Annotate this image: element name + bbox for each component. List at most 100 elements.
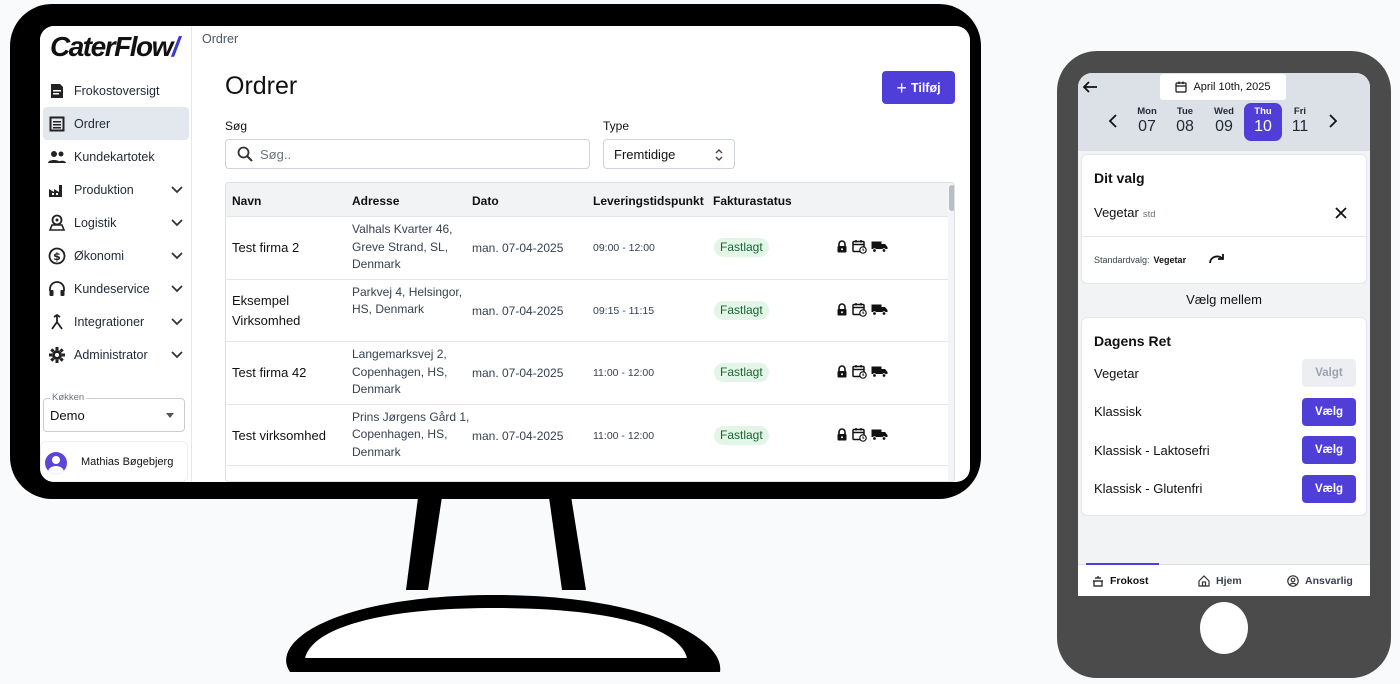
lock-icon bbox=[837, 302, 847, 315]
sidebar-item-label: Produktion bbox=[74, 182, 134, 197]
sidebar-item-label: Kundeservice bbox=[74, 281, 150, 296]
status-badge: Fastlagt bbox=[714, 300, 769, 320]
bottom-tab-bar: Frokost Hjem Ansvarlig bbox=[1078, 563, 1370, 596]
phone-home-button[interactable] bbox=[1200, 602, 1248, 654]
day-mon[interactable]: Mon 07 bbox=[1128, 103, 1166, 141]
table-row[interactable]: Test virksomhed Prins Jørgens Gård 1, Cop… bbox=[226, 403, 948, 466]
chevron-down-icon[interactable] bbox=[170, 315, 184, 329]
sidebar-item-administrator[interactable]: Administrator bbox=[43, 338, 189, 371]
status-badge: Fastlagt bbox=[714, 363, 769, 382]
sidebar-item-kundekartotek[interactable]: Kundekartotek bbox=[43, 140, 189, 173]
date-text: April 10th, 2025 bbox=[1193, 81, 1271, 93]
close-icon[interactable] bbox=[1333, 205, 1349, 221]
your-choice-value: Vegetar bbox=[1094, 205, 1139, 220]
sidebar-item-produktion[interactable]: Produktion bbox=[43, 173, 189, 206]
truck-icon[interactable] bbox=[871, 303, 888, 316]
redo-icon[interactable] bbox=[1208, 251, 1226, 265]
truck-icon[interactable] bbox=[871, 428, 888, 441]
dish-name: Klassisk bbox=[1094, 404, 1142, 419]
date-picker[interactable]: April 10th, 2025 bbox=[1160, 74, 1286, 100]
headset-icon bbox=[48, 280, 66, 298]
selected-button[interactable]: Valgt bbox=[1302, 359, 1356, 387]
calendar-clock-icon[interactable] bbox=[852, 239, 867, 254]
sidebar-item-label: Administrator bbox=[74, 347, 148, 362]
order-date: man. 07-04-2025 bbox=[472, 366, 564, 380]
column-header-date[interactable]: Dato bbox=[472, 194, 499, 208]
dish-name: Klassisk - Glutenfri bbox=[1094, 481, 1203, 496]
sidebar-item-ordrer[interactable]: Ordrer bbox=[43, 107, 189, 140]
chevron-down-icon[interactable] bbox=[170, 282, 184, 296]
calendar-clock-icon[interactable] bbox=[852, 427, 867, 442]
monitor-frame: CaterFlow/ Frokostoversigt Ordrer Kundek… bbox=[10, 4, 981, 499]
calendar-clock-icon[interactable] bbox=[852, 302, 867, 317]
divider bbox=[1082, 236, 1368, 237]
chevron-down-icon[interactable] bbox=[170, 216, 184, 230]
column-header-address[interactable]: Adresse bbox=[352, 194, 399, 208]
search-field[interactable] bbox=[225, 139, 590, 169]
scrollbar-thumb[interactable] bbox=[949, 185, 954, 211]
tab-label: Ansvarlig bbox=[1305, 575, 1353, 587]
sidebar-item-logistik[interactable]: Logistik bbox=[43, 206, 189, 239]
order-delivery-time: 09:15 - 11:15 bbox=[593, 304, 655, 317]
column-header-name[interactable]: Navn bbox=[232, 194, 261, 208]
phone-frame: April 10th, 2025 Mon 07 Tue 08 Wed 09 Thu 10… bbox=[1057, 51, 1391, 678]
order-name: Test firma 42 bbox=[232, 365, 307, 380]
choose-button[interactable]: Vælg bbox=[1302, 436, 1356, 464]
chevron-right-icon[interactable] bbox=[1326, 113, 1340, 129]
active-tab-indicator bbox=[1086, 563, 1159, 565]
search-input[interactable] bbox=[260, 145, 560, 164]
user-profile[interactable]: Mathias Bøgebjerg bbox=[40, 441, 188, 482]
sidebar-item-frokostoversigt[interactable]: Frokostoversigt bbox=[43, 74, 189, 107]
table-row-partial bbox=[226, 465, 948, 481]
row-actions bbox=[836, 364, 888, 379]
table-row[interactable]: Test firma 2 Valhals Kvarter 46, Greve St… bbox=[226, 216, 948, 278]
column-header-delivery-time[interactable]: Leveringstidspunkt bbox=[593, 194, 704, 208]
tab-hjem[interactable]: Hjem bbox=[1198, 575, 1242, 587]
add-button[interactable]: + Tilføj bbox=[882, 71, 955, 104]
chevron-left-icon[interactable] bbox=[1106, 113, 1120, 129]
lock-icon bbox=[837, 365, 847, 378]
truck-icon[interactable] bbox=[871, 365, 888, 378]
chevron-down-icon[interactable] bbox=[170, 249, 184, 263]
sidebar-item-kundeservice[interactable]: Kundeservice bbox=[43, 272, 189, 305]
type-select[interactable]: Fremtidige bbox=[603, 139, 735, 169]
day-name: Thu bbox=[1254, 106, 1272, 117]
page-title: Ordrer bbox=[225, 72, 298, 100]
table-scrollbar[interactable] bbox=[948, 183, 954, 481]
breadcrumb[interactable]: Ordrer bbox=[202, 32, 238, 46]
sidebar-nav: Frokostoversigt Ordrer Kundekartotek Pro… bbox=[40, 74, 192, 371]
order-address: Langemarksvej 2, Copenhagen, HS, Denmark bbox=[352, 347, 448, 396]
sidebar: CaterFlow/ Frokostoversigt Ordrer Kundek… bbox=[40, 26, 192, 482]
logo[interactable]: CaterFlow/ bbox=[50, 31, 180, 63]
choose-button[interactable]: Vælg bbox=[1302, 398, 1356, 426]
truck-icon[interactable] bbox=[871, 240, 888, 253]
orders-table: Navn Adresse Dato Leveringstidspunkt Fak… bbox=[225, 182, 955, 482]
sidebar-item-label: Økonomi bbox=[74, 248, 125, 263]
sidebar-item-okonomi[interactable]: $ Økonomi bbox=[43, 239, 189, 272]
day-name: Mon bbox=[1137, 106, 1157, 117]
back-arrow-icon[interactable] bbox=[1081, 78, 1099, 96]
day-fri[interactable]: Fri 11 bbox=[1281, 103, 1319, 141]
day-thu[interactable]: Thu 10 bbox=[1244, 103, 1282, 141]
kitchen-select[interactable]: Køkken Demo bbox=[43, 392, 185, 432]
sidebar-item-integrationer[interactable]: Integrationer bbox=[43, 305, 189, 338]
table-row[interactable]: Test firma 42 Langemarksvej 2, Copenhagen… bbox=[226, 341, 948, 403]
choose-button[interactable]: Vælg bbox=[1302, 475, 1356, 503]
table-row[interactable]: Eksempel Virksomhed Parkvej 4, Helsingor,… bbox=[226, 278, 948, 341]
chevron-down-icon[interactable] bbox=[170, 348, 184, 362]
order-address: Parkvej 4, Helsingor, HS, Denmark bbox=[352, 284, 463, 317]
tab-ansvarlig[interactable]: Ansvarlig bbox=[1287, 575, 1353, 587]
column-header-invoice-status[interactable]: Fakturastatus bbox=[713, 194, 792, 208]
choose-between-label: Vælg mellem bbox=[1186, 292, 1262, 307]
day-wed[interactable]: Wed 09 bbox=[1205, 103, 1243, 141]
search-icon bbox=[237, 146, 253, 162]
tab-frokost[interactable]: Frokost bbox=[1092, 575, 1149, 587]
tab-label: Hjem bbox=[1216, 575, 1242, 587]
row-actions bbox=[836, 302, 888, 317]
type-value: Fremtidige bbox=[614, 147, 676, 162]
calendar-clock-icon[interactable] bbox=[852, 364, 867, 379]
location-icon bbox=[48, 214, 66, 232]
day-tue[interactable]: Tue 08 bbox=[1166, 103, 1204, 141]
chevron-down-icon[interactable] bbox=[170, 183, 184, 197]
sidebar-item-label: Frokostoversigt bbox=[74, 83, 160, 98]
